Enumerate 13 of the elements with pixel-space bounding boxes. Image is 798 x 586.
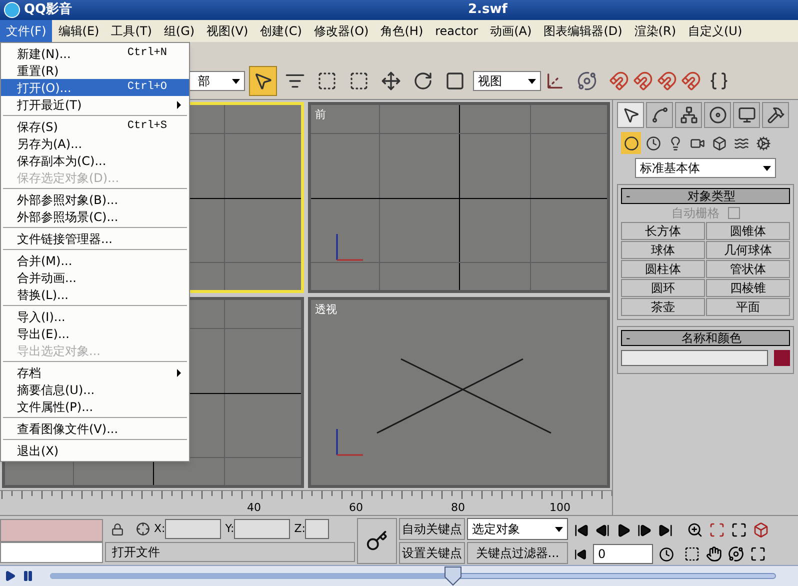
viewport-label: 前	[315, 107, 326, 123]
ruler-label: 80	[451, 500, 465, 516]
ruler-label: 40	[247, 500, 261, 516]
ruler-label: 100	[550, 500, 570, 516]
status-text: 打开文件	[105, 542, 355, 562]
autogrid-label: 自动栅格	[672, 205, 720, 222]
viewport-label: 透视	[315, 302, 337, 318]
coordinate-label: Z:	[294, 520, 306, 537]
app-name: QQ影音	[24, 0, 72, 20]
ruler-label: 60	[349, 500, 363, 516]
coordinate-label: Y:	[225, 520, 234, 537]
window-title: 2.swf	[468, 1, 508, 20]
coordinate-label: X:	[154, 520, 166, 537]
